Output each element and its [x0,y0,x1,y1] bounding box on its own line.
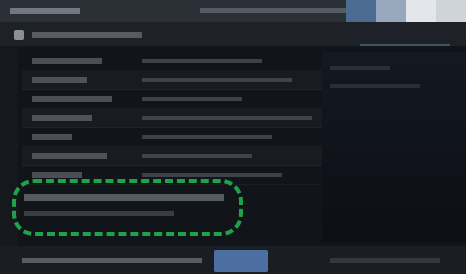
status-text [22,258,202,263]
maximize-button[interactable] [376,0,406,22]
folder-icon [14,30,24,40]
status-right-text [330,258,440,263]
screen [0,0,466,274]
address-bar-accent [360,44,450,46]
highlight-annotation [12,179,243,236]
item-list [22,52,322,185]
address-text [32,32,142,38]
close-button[interactable] [436,0,466,22]
list-item[interactable] [22,128,322,147]
window-controls [346,0,466,22]
list-item[interactable] [22,147,322,166]
preview-pane [322,52,466,242]
list-item[interactable] [22,52,322,71]
title-bar [0,0,466,22]
list-item[interactable] [22,71,322,90]
primary-button[interactable] [214,250,268,272]
list-item[interactable] [22,109,322,128]
restore-button[interactable] [406,0,436,22]
minimize-button[interactable] [346,0,376,22]
window-title [10,8,80,14]
list-item[interactable] [22,90,322,109]
title-center-text [200,8,350,13]
